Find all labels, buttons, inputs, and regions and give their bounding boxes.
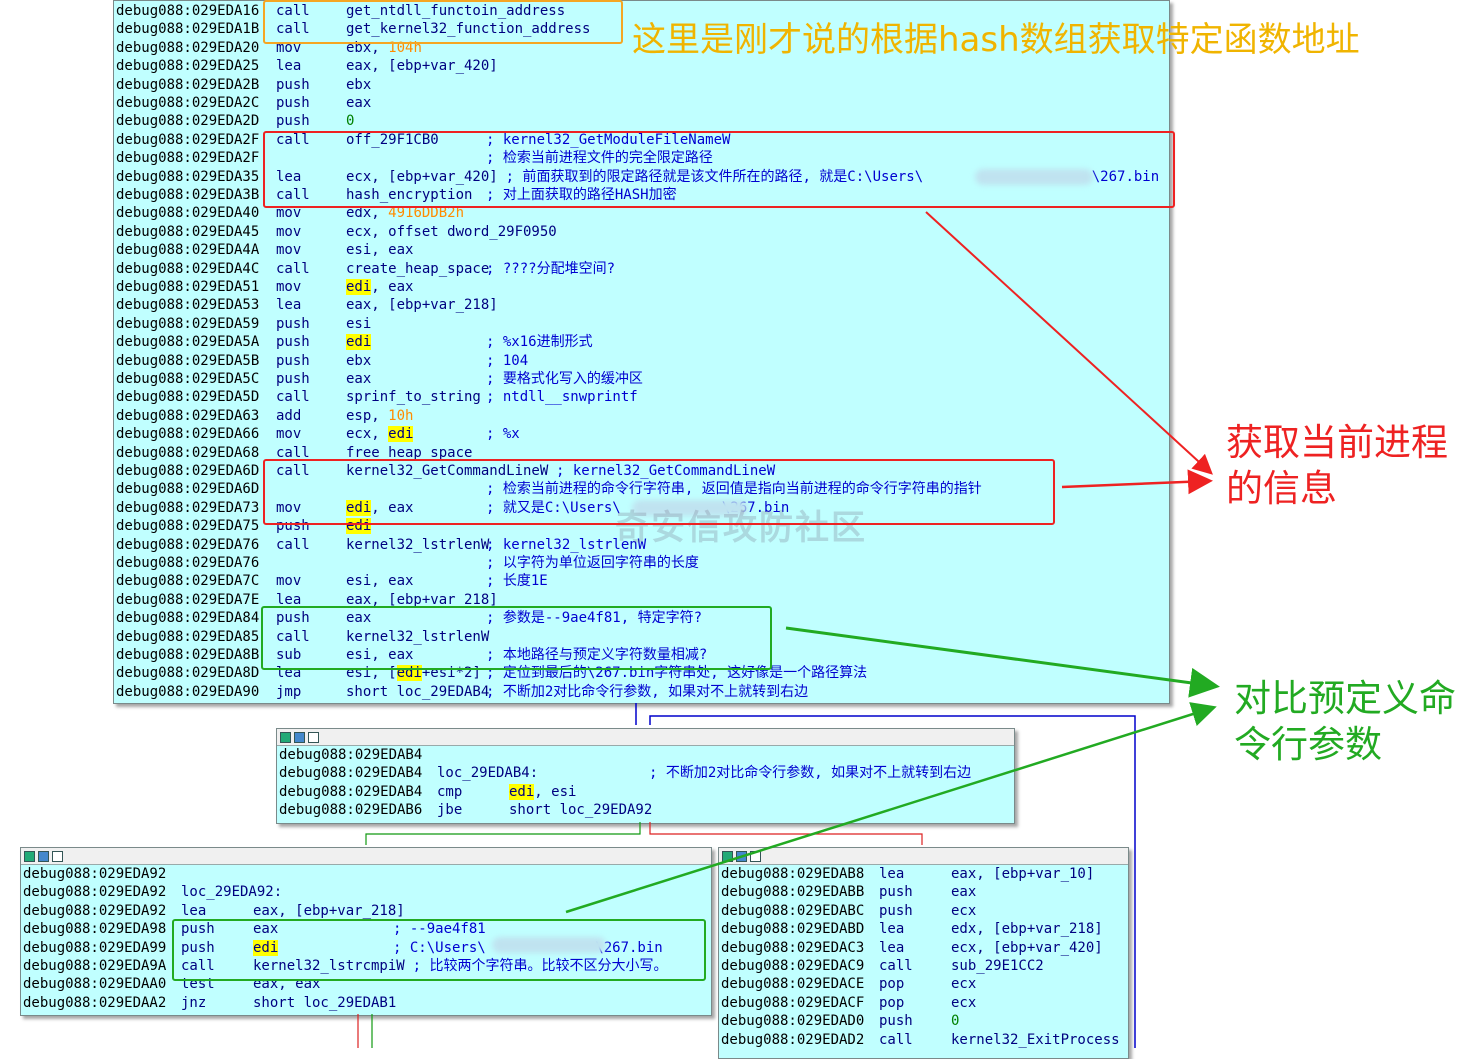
red-arrow-2 <box>1061 469 1213 495</box>
graph-edges-and-arrows <box>357 211 1220 1048</box>
edge-loop-back <box>649 715 1136 1048</box>
edge-true <box>365 822 641 845</box>
green-arrow-1 <box>785 626 1220 698</box>
red-arrow-1 <box>925 211 1213 475</box>
green-arrow-2 <box>565 702 1217 914</box>
